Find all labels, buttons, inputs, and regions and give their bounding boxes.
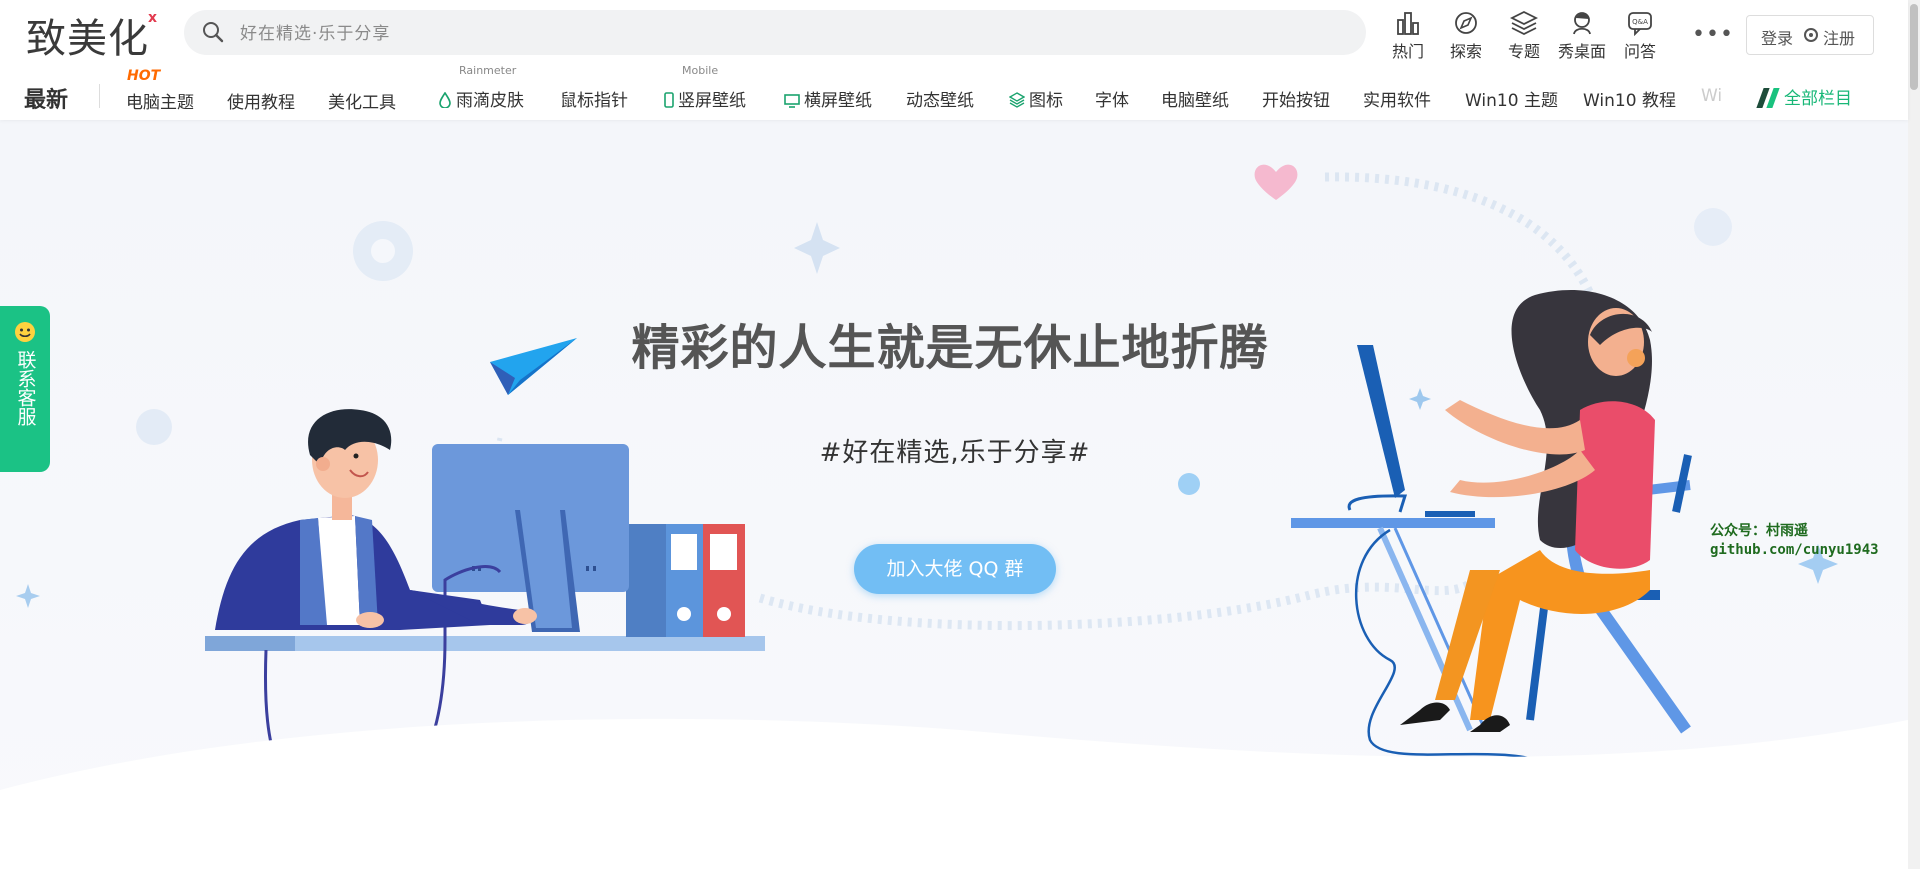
auth-box: 登录 注册 xyxy=(1746,15,1874,55)
contact-service-button[interactable]: 联系客服 xyxy=(0,306,50,472)
nav-hot[interactable]: 热门 xyxy=(1380,10,1436,62)
hero-bottom-wave xyxy=(0,718,1908,869)
hero-headline: 精彩的人生就是无休止地折腾 xyxy=(631,320,1269,376)
tab-icons[interactable]: 图标 xyxy=(1009,86,1063,111)
login-link[interactable]: 登录 xyxy=(1761,25,1793,49)
nav-explore[interactable]: 探索 xyxy=(1438,10,1494,62)
tab-rainmeter[interactable]: 雨滴皮肤 xyxy=(438,86,524,111)
tab-latest[interactable]: 最新 xyxy=(24,82,68,114)
tab-tutorial[interactable]: 使用教程 xyxy=(227,88,295,113)
search-bar[interactable] xyxy=(184,10,1366,57)
search-input[interactable] xyxy=(238,10,1242,57)
compass-icon xyxy=(1455,12,1477,34)
more-icon[interactable]: ••• xyxy=(1692,22,1734,47)
site-logo[interactable]: 致美化 xyxy=(26,6,149,64)
tab-pc-wallpaper[interactable]: 电脑壁纸 xyxy=(1161,86,1229,111)
rainmeter-label: Rainmeter xyxy=(459,64,517,77)
svg-text:Q&A: Q&A xyxy=(1632,18,1648,26)
monitor-icon xyxy=(784,94,800,108)
site-header: 致美化 x 热门 探索 xyxy=(0,0,1908,120)
register-link[interactable]: 注册 xyxy=(1823,25,1855,49)
smiley-icon xyxy=(15,322,35,342)
category-nav: 最新 HOT 电脑主题 使用教程 美化工具 Rainmeter 雨滴皮肤 鼠标指… xyxy=(0,64,1900,120)
hero-banner: 精彩的人生就是无休止地折腾 #好在精选,乐于分享# 加入大佬 QQ 群 公众号：… xyxy=(0,120,1908,869)
tab-win10-theme[interactable]: Win10 主题 xyxy=(1465,86,1558,111)
tab-tools[interactable]: 美化工具 xyxy=(328,88,396,113)
radio-dot-icon xyxy=(1804,28,1818,42)
scrollbar[interactable] xyxy=(1908,0,1920,869)
tab-live-wallpaper[interactable]: 动态壁纸 xyxy=(906,86,974,111)
tab-landscape-wallpaper[interactable]: 横屏壁纸 xyxy=(784,86,872,111)
search-icon[interactable] xyxy=(202,21,224,43)
nav-qa[interactable]: Q&A 问答 xyxy=(1612,10,1668,62)
tab-software[interactable]: 实用软件 xyxy=(1363,86,1431,111)
scrollbar-thumb[interactable] xyxy=(1910,4,1918,90)
nav-topics[interactable]: 专题 xyxy=(1496,10,1552,62)
qa-bubble-icon: Q&A xyxy=(1628,12,1652,36)
layers-small-icon xyxy=(1009,92,1025,108)
contact-service-label: 联系客服 xyxy=(14,350,37,426)
watermark: 公众号：村雨遥 github.com/cunyu1943 xyxy=(1710,523,1879,558)
droplet-icon xyxy=(439,92,451,108)
avatar-icon xyxy=(1573,12,1591,35)
nav-desktop[interactable]: 秀桌面 xyxy=(1554,10,1610,62)
layers-icon xyxy=(1510,10,1538,36)
tab-portrait-wallpaper[interactable]: 竖屏壁纸 xyxy=(664,86,746,111)
logo-x-mark: x xyxy=(148,10,158,26)
hot-chart-icon xyxy=(1397,12,1419,35)
tab-overflow[interactable]: Wi xyxy=(1701,86,1722,106)
tab-start-button[interactable]: 开始按钮 xyxy=(1262,86,1330,111)
mobile-label: Mobile xyxy=(682,64,719,77)
tab-win10-tutorial[interactable]: Win10 教程 xyxy=(1583,86,1676,111)
tab-fonts[interactable]: 字体 xyxy=(1095,86,1129,111)
all-categories-link[interactable]: 全部栏目 xyxy=(1756,84,1852,109)
divider xyxy=(99,84,100,108)
tab-pc-theme[interactable]: 电脑主题 xyxy=(126,88,194,113)
join-qq-group-button[interactable]: 加入大佬 QQ 群 xyxy=(854,544,1056,594)
tab-cursor[interactable]: 鼠标指针 xyxy=(560,86,628,111)
hot-badge: HOT xyxy=(127,68,161,84)
hero-subline: #好在精选,乐于分享# xyxy=(819,438,1091,468)
phone-icon xyxy=(664,92,674,108)
